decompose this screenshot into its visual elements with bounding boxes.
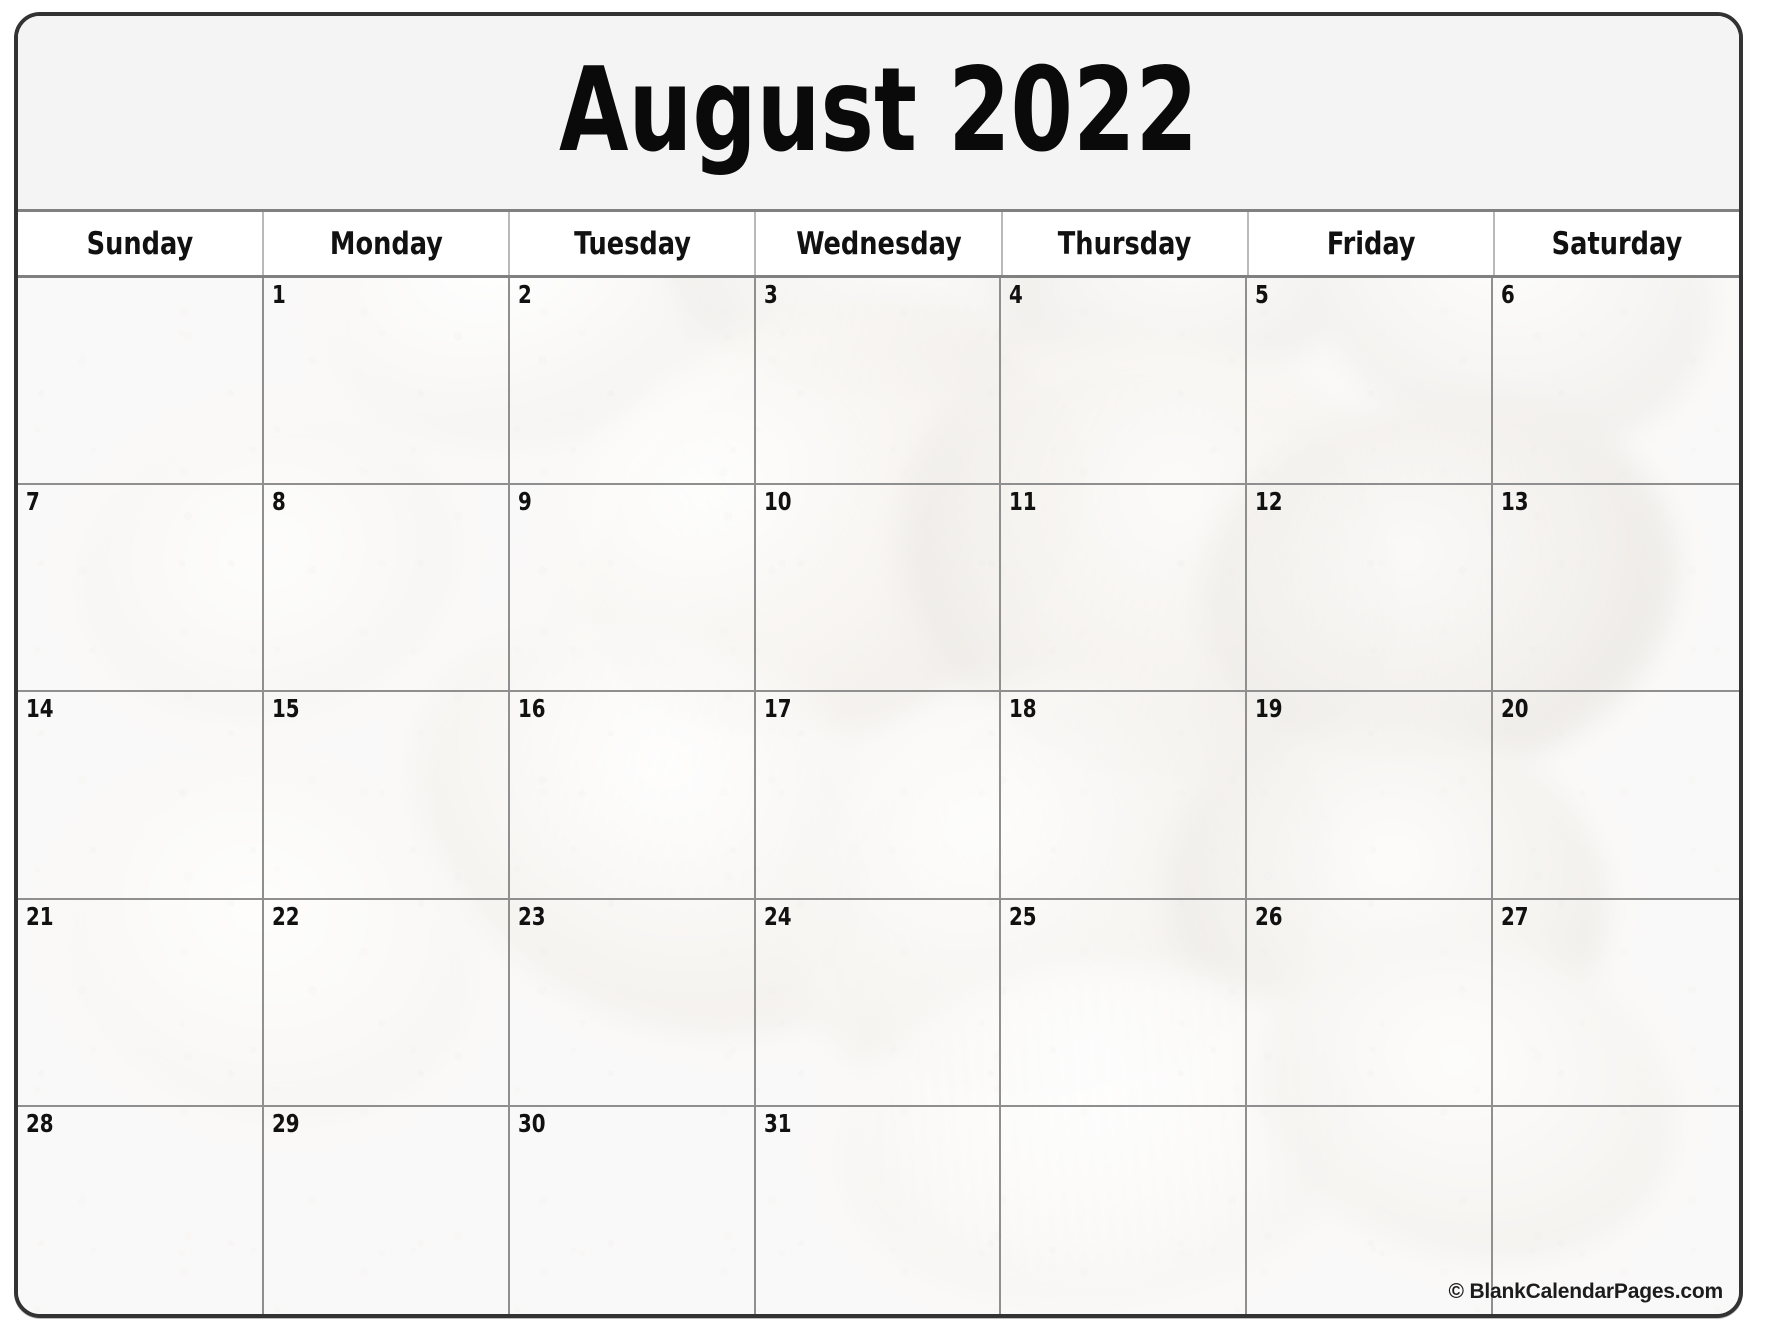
date-number: 22 [271, 901, 300, 931]
date-number: 3 [763, 280, 778, 309]
day-cell[interactable]: 24 [755, 899, 1002, 1107]
day-cell[interactable]: 9 [509, 485, 756, 693]
weekday-header-wednesday: Wednesday [756, 212, 1003, 275]
date-number: 11 [1009, 487, 1037, 517]
calendar-frame: August 2022 Sunday Monday Tuesday Wednes… [14, 12, 1743, 1318]
day-cell[interactable]: 10 [755, 485, 1002, 693]
page-title: August 2022 [559, 42, 1198, 178]
date-number: 1 [271, 280, 286, 309]
date-number: 16 [517, 694, 546, 724]
day-cell[interactable]: 26 [1247, 899, 1494, 1107]
day-cell[interactable]: 14 [18, 692, 264, 900]
day-cell[interactable]: 2 [509, 278, 756, 486]
day-cell[interactable]: 29 [264, 1106, 510, 1314]
day-cell[interactable]: 13 [1493, 485, 1739, 693]
date-number: 5 [1255, 280, 1270, 309]
day-cell[interactable]: 21 [18, 899, 264, 1107]
date-number: 4 [1009, 280, 1024, 309]
day-cell[interactable]: 28 [18, 1106, 264, 1314]
site-watermark: © BlankCalendarPages.com [1448, 1280, 1724, 1303]
date-number: 28 [26, 1108, 54, 1138]
weekday-header-sunday: Sunday [18, 212, 265, 275]
weekday-label: Sunday [86, 225, 194, 262]
date-number: 7 [26, 487, 40, 517]
date-number: 18 [1009, 694, 1037, 724]
date-number: 23 [517, 901, 546, 931]
day-cell[interactable]: 19 [1247, 692, 1494, 900]
day-cell[interactable]: 20 [1493, 692, 1739, 900]
weekday-header-monday: Monday [264, 212, 511, 275]
day-cell[interactable]: 22 [263, 899, 510, 1107]
day-cell[interactable] [1001, 1106, 1248, 1314]
date-number: 30 [517, 1108, 546, 1138]
weekday-label: Monday [329, 225, 443, 262]
weekday-header-saturday: Saturday [1494, 212, 1739, 275]
date-number: 15 [271, 694, 300, 724]
day-cell[interactable]: 17 [755, 692, 1002, 900]
date-number: 29 [271, 1108, 300, 1138]
calendar-title-banner: August 2022 [18, 16, 1739, 212]
day-cell[interactable]: 27 [1493, 900, 1739, 1107]
date-number: 27 [1501, 901, 1529, 931]
day-cell[interactable]: 8 [263, 485, 510, 693]
weekday-label: Thursday [1057, 225, 1192, 262]
weekday-header-row: Sunday Monday Tuesday Wednesday Thursday… [18, 212, 1739, 278]
date-number: 26 [1255, 901, 1283, 931]
date-grid: 1 2 3 4 5 6 7 8 9 10 11 12 13 14 15 16 1… [18, 278, 1739, 1314]
date-number: 24 [763, 901, 792, 931]
date-number: 14 [26, 694, 54, 724]
day-cell[interactable]: 31 [756, 1106, 1002, 1314]
date-number: 10 [763, 487, 792, 517]
date-number: 21 [26, 901, 54, 931]
weekday-label: Wednesday [795, 225, 962, 262]
weekday-header-tuesday: Tuesday [510, 212, 757, 275]
date-number: 9 [517, 487, 532, 517]
day-cell[interactable]: 6 [1493, 278, 1739, 486]
date-number: 8 [271, 487, 286, 517]
day-cell[interactable]: 3 [755, 278, 1002, 486]
date-number: 12 [1255, 487, 1283, 517]
day-cell[interactable]: 16 [509, 692, 756, 900]
date-number: 25 [1009, 901, 1037, 931]
day-cell[interactable]: 7 [18, 485, 264, 693]
date-number: 6 [1501, 280, 1515, 309]
day-cell[interactable]: 1 [263, 278, 510, 486]
weekday-label: Friday [1326, 225, 1416, 262]
date-number: 2 [517, 280, 532, 309]
date-number: 20 [1501, 694, 1529, 724]
date-number: 19 [1255, 694, 1283, 724]
day-cell[interactable]: 4 [1001, 278, 1248, 486]
day-cell[interactable]: 30 [510, 1106, 756, 1314]
weekday-label: Tuesday [573, 225, 691, 262]
date-number: 31 [763, 1108, 792, 1138]
date-number: 13 [1501, 487, 1529, 517]
weekday-header-friday: Friday [1248, 212, 1495, 275]
day-cell[interactable] [18, 278, 264, 486]
day-cell[interactable]: 25 [1001, 899, 1248, 1107]
weekday-header-thursday: Thursday [1002, 212, 1249, 275]
day-cell[interactable]: 18 [1001, 692, 1248, 900]
day-cell[interactable]: 11 [1001, 485, 1248, 693]
day-cell[interactable]: 23 [509, 899, 756, 1107]
day-cell[interactable]: 15 [263, 692, 510, 900]
day-cell[interactable]: 5 [1247, 278, 1494, 486]
day-cell[interactable]: 12 [1247, 485, 1494, 693]
weekday-label: Saturday [1551, 225, 1683, 262]
date-number: 17 [763, 694, 792, 724]
